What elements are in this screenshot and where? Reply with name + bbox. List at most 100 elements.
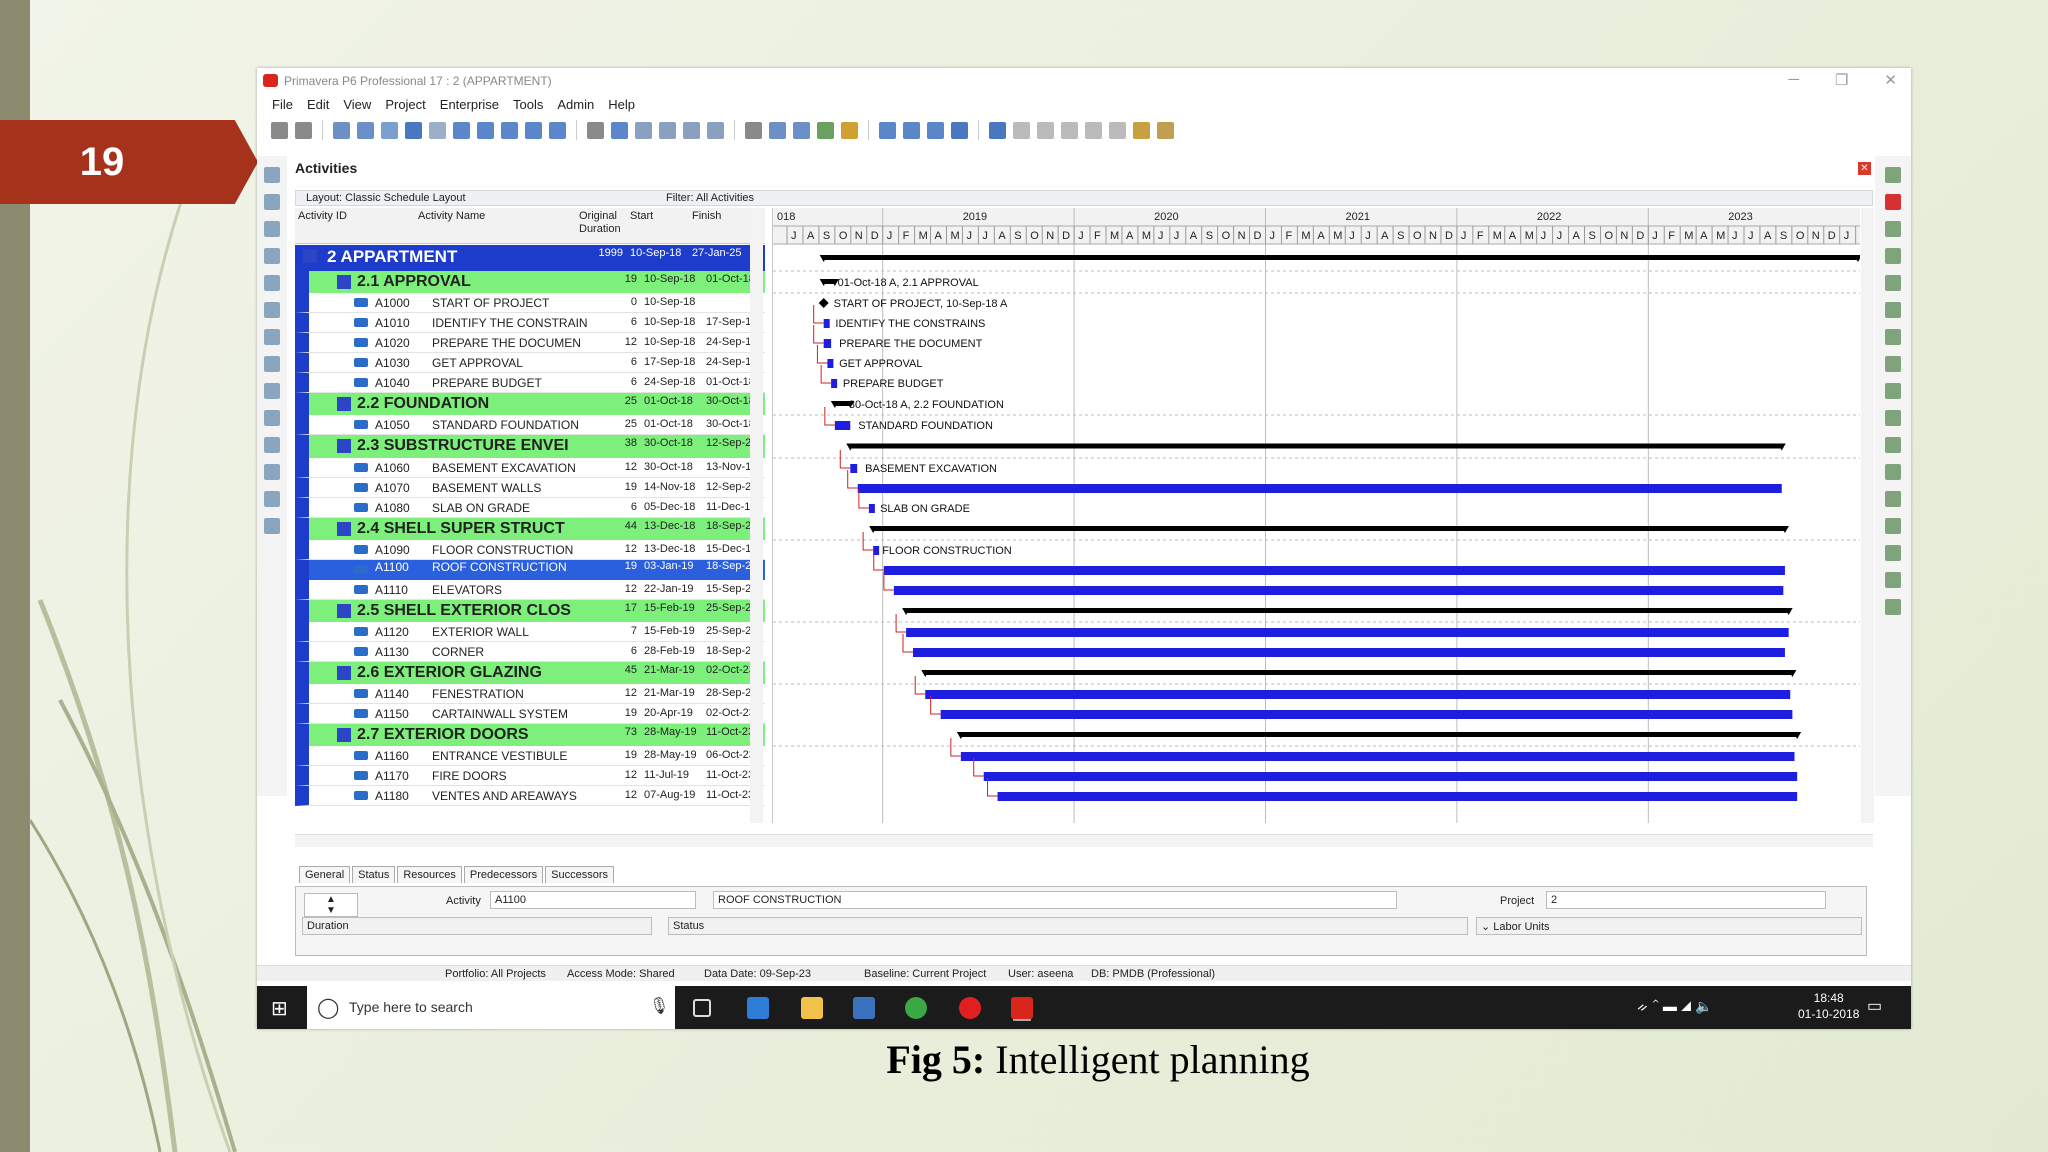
command-rail-icon[interactable] — [1885, 383, 1901, 399]
milestone-marker[interactable] — [818, 298, 829, 308]
toolbar-button-icon[interactable] — [1061, 121, 1078, 139]
horizontal-scrollbar[interactable] — [295, 834, 1873, 847]
minimize-icon[interactable]: ─ — [1788, 71, 1799, 89]
activity-bar[interactable] — [827, 359, 834, 368]
wbs-icon[interactable] — [337, 728, 351, 742]
activity-row[interactable]: A1130 CORNER 6 28-Feb-19 18-Sep-23 — [295, 642, 765, 662]
wbs-row[interactable]: 2.6 EXTERIOR GLAZING 45 21-Mar-19 02-Oct-23 — [295, 662, 765, 684]
toolbar-button-icon[interactable] — [587, 121, 604, 139]
store-icon[interactable] — [853, 997, 875, 1019]
wbs-folder-icon[interactable] — [303, 249, 317, 263]
toolbar-button-icon[interactable] — [295, 121, 312, 139]
wbs-row[interactable]: 2.7 EXTERIOR DOORS 73 28-May-19 11-Oct-23 — [295, 724, 765, 746]
toolbar-button-icon[interactable] — [769, 121, 786, 139]
activity-row[interactable]: A1090 FLOOR CONSTRUCTION 12 13-Dec-18 15-Dec… — [295, 540, 765, 560]
wbs-icon[interactable] — [337, 439, 351, 453]
file-explorer-icon[interactable] — [801, 997, 823, 1019]
activity-id-field[interactable]: A1100 — [490, 891, 696, 909]
wbs-row[interactable]: 2.3 SUBSTRUCTURE ENVEI 38 30-Oct-18 12-Sep-… — [295, 435, 765, 458]
toolbar-button-icon[interactable] — [453, 121, 470, 139]
toolbar-button-icon[interactable] — [745, 121, 762, 139]
activity-row[interactable]: A1070 BASEMENT WALLS 19 14-Nov-18 12-Sep-23 — [295, 478, 765, 498]
col-activity-id[interactable]: Activity ID — [298, 210, 347, 223]
activity-row[interactable]: A1010 IDENTIFY THE CONSTRAIN 6 10-Sep-18 17-… — [295, 313, 765, 333]
activity-bar[interactable] — [850, 464, 858, 473]
command-rail-icon[interactable] — [1885, 491, 1901, 507]
activity-row[interactable]: A1030 GET APPROVAL 6 17-Sep-18 24-Sep-18 — [295, 353, 765, 373]
close-icon[interactable]: ✕ — [1884, 71, 1897, 89]
activity-name-field[interactable]: ROOF CONSTRUCTION — [713, 891, 1397, 909]
nav-rail-icon[interactable] — [264, 221, 280, 237]
menu-project[interactable]: Project — [385, 97, 425, 112]
menu-admin[interactable]: Admin — [557, 97, 594, 112]
command-rail-icon[interactable] — [1885, 275, 1901, 291]
primavera-taskbar-icon[interactable] — [1011, 997, 1033, 1019]
command-rail-icon[interactable] — [1885, 464, 1901, 480]
toolbar-button-icon[interactable] — [501, 121, 518, 139]
activity-row[interactable]: A1120 EXTERIOR WALL 7 15-Feb-19 25-Sep-23 — [295, 622, 765, 642]
command-rail-icon[interactable] — [1885, 194, 1901, 210]
activities-close-icon[interactable]: ✕ — [1858, 162, 1871, 175]
activity-row[interactable]: A1050 STANDARD FOUNDATION 25 01-Oct-18 30-Oc… — [295, 415, 765, 435]
toolbar-button-icon[interactable] — [333, 121, 350, 139]
labor-units-section[interactable]: ⌄ Labor Units — [1476, 917, 1862, 935]
nav-rail-icon[interactable] — [264, 275, 280, 291]
clock[interactable]: 18:48 01-10-2018 — [1798, 990, 1859, 1022]
activity-row[interactable]: A1150 CARTAINWALL SYSTEM 19 20-Apr-19 02-Oct… — [295, 704, 765, 724]
nav-rail-icon[interactable] — [264, 383, 280, 399]
activity-row[interactable]: A1080 SLAB ON GRADE 6 05-Dec-18 11-Dec-18 — [295, 498, 765, 518]
wbs-row[interactable]: 2.4 SHELL SUPER STRUCT 44 13-Dec-18 18-Sep-… — [295, 518, 765, 540]
activity-bar[interactable] — [983, 772, 1798, 781]
toolbar-button-icon[interactable] — [659, 121, 676, 139]
menu-file[interactable]: File — [272, 97, 293, 112]
edge-icon[interactable] — [747, 997, 769, 1019]
layout-label[interactable]: Layout: Classic Schedule Layout — [296, 192, 666, 204]
toolbar-button-icon[interactable] — [357, 121, 374, 139]
activity-bar[interactable] — [857, 484, 1782, 493]
toolbar-button-icon[interactable] — [381, 121, 398, 139]
menu-tools[interactable]: Tools — [513, 97, 543, 112]
col-finish[interactable]: Finish — [692, 210, 721, 223]
nav-rail-icon[interactable] — [264, 410, 280, 426]
wbs-row[interactable]: 2.5 SHELL EXTERIOR CLOS 17 15-Feb-19 25-Sep… — [295, 600, 765, 622]
tray-icons[interactable]: ᨀ ⌃ ▬ ◢ 🔈 — [1637, 998, 1713, 1015]
command-rail-icon[interactable] — [1885, 248, 1901, 264]
activity-bar[interactable] — [925, 690, 1791, 699]
gantt-vertical-scrollbar[interactable] — [1861, 208, 1874, 823]
chrome-icon[interactable] — [905, 997, 927, 1019]
nav-rail-icon[interactable] — [264, 491, 280, 507]
task-view-icon[interactable] — [693, 999, 711, 1017]
activity-row[interactable]: A1040 PREPARE BUDGET 6 24-Sep-18 01-Oct-18 — [295, 373, 765, 393]
wbs-summary-bar[interactable] — [925, 670, 1793, 675]
activity-row[interactable]: A1100 ROOF CONSTRUCTION 19 03-Jan-19 18-Sep-… — [295, 560, 765, 580]
nav-rail-icon[interactable] — [264, 194, 280, 210]
activity-bar[interactable] — [831, 379, 838, 388]
wbs-icon[interactable] — [337, 397, 351, 411]
nav-rail-icon[interactable] — [264, 356, 280, 372]
menu-help[interactable]: Help — [608, 97, 635, 112]
wbs-summary-bar[interactable] — [823, 255, 1858, 260]
toolbar-button-icon[interactable] — [793, 121, 810, 139]
wbs-icon[interactable] — [337, 666, 351, 680]
toolbar-button-icon[interactable] — [1109, 121, 1126, 139]
nav-rail-icon[interactable] — [264, 437, 280, 453]
command-rail-icon[interactable] — [1885, 599, 1901, 615]
wbs-icon[interactable] — [337, 604, 351, 618]
activity-bar[interactable] — [823, 319, 830, 328]
activity-bar[interactable] — [940, 710, 1793, 719]
activity-bar[interactable] — [906, 628, 1789, 637]
restore-icon[interactable]: ❐ — [1835, 71, 1848, 89]
activity-row[interactable]: A1170 FIRE DOORS 12 11-Jul-19 11-Oct-23 — [295, 766, 765, 786]
project-field[interactable]: 2 — [1546, 891, 1826, 909]
wbs-icon[interactable] — [337, 522, 351, 536]
activity-row[interactable]: A1110 ELEVATORS 12 22-Jan-19 15-Sep-23 — [295, 580, 765, 600]
wbs-summary-bar[interactable] — [873, 526, 1785, 531]
status-section[interactable]: Status — [668, 917, 1468, 935]
activity-row[interactable]: A1140 FENESTRATION 12 21-Mar-19 28-Sep-23 — [295, 684, 765, 704]
toolbar-button-icon[interactable] — [1157, 121, 1174, 139]
activity-bar[interactable] — [823, 339, 832, 348]
toolbar-button-icon[interactable] — [429, 121, 446, 139]
tab-general[interactable]: General — [299, 866, 351, 883]
command-rail-icon[interactable] — [1885, 410, 1901, 426]
wbs-summary-bar[interactable] — [960, 732, 1798, 737]
